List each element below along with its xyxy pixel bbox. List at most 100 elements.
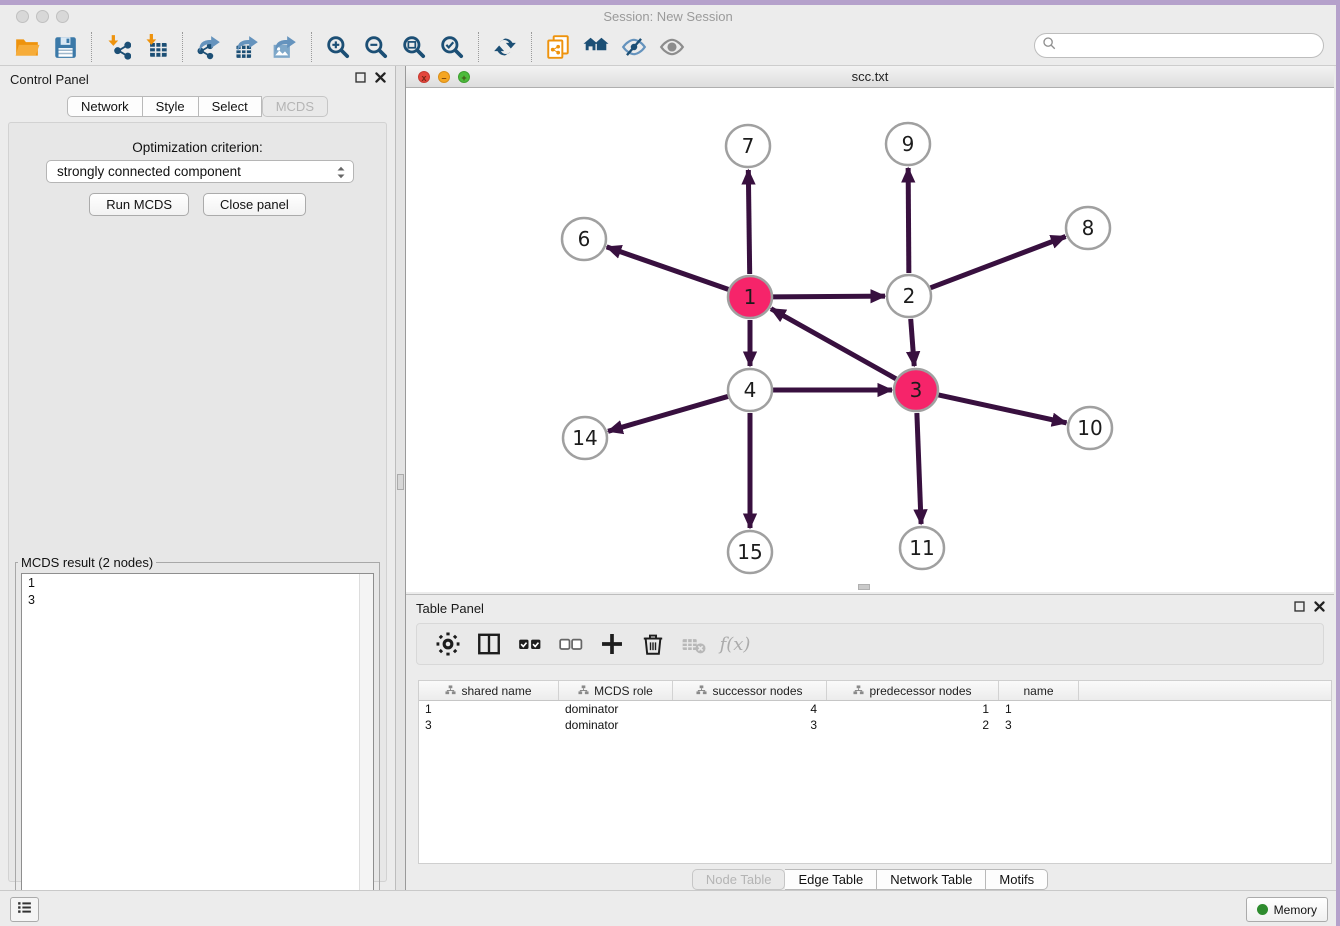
table-cell[interactable]: dominator: [559, 701, 673, 717]
table-cell[interactable]: 1: [999, 701, 1079, 717]
table-settings-button[interactable]: [435, 631, 461, 657]
graph-edge-3-1[interactable]: [771, 309, 896, 379]
table-cell[interactable]: 4: [673, 701, 827, 717]
optimization-criterion-select[interactable]: strongly connected component: [46, 160, 354, 183]
network-window: x – + scc.txt 1234678910111415: [406, 66, 1334, 592]
export-network-button[interactable]: [190, 30, 228, 64]
column-header-successor-nodes[interactable]: successor nodes: [673, 681, 827, 700]
memory-button[interactable]: Memory: [1246, 897, 1328, 922]
zoom-selected-button[interactable]: [433, 30, 471, 64]
table-settings-icon: [435, 631, 461, 657]
add-row-button[interactable]: [599, 631, 625, 657]
task-history-button[interactable]: [10, 897, 39, 922]
table-cell[interactable]: 3: [673, 717, 827, 733]
delete-rows-button[interactable]: [640, 631, 666, 657]
graph-node-1[interactable]: 1: [728, 276, 772, 318]
first-neighbors-button[interactable]: [577, 30, 615, 64]
graph-node-label: 11: [909, 536, 934, 560]
column-header-predecessor-nodes[interactable]: predecessor nodes: [827, 681, 999, 700]
graph-node-7[interactable]: 7: [726, 125, 770, 167]
close-table-panel-icon[interactable]: [1313, 600, 1326, 618]
deselect-all-check-button[interactable]: [558, 631, 584, 657]
control-panel-title: Control Panel: [10, 72, 89, 87]
table-cell[interactable]: 1: [827, 701, 999, 717]
column-header-shared-name[interactable]: shared name: [419, 681, 559, 700]
graph-node-8[interactable]: 8: [1066, 207, 1110, 249]
search-input[interactable]: [1057, 36, 1323, 56]
mcds-result-textarea[interactable]: 1 3: [21, 573, 374, 926]
float-panel-icon[interactable]: [354, 71, 367, 89]
result-scrollbar[interactable]: [359, 574, 373, 926]
graph-node-14[interactable]: 14: [563, 417, 607, 459]
select-stepper-icon: [335, 164, 347, 184]
panel-divider[interactable]: [395, 66, 406, 890]
graph-edge-2-3[interactable]: [911, 319, 915, 366]
graph-edge-2-9[interactable]: [908, 168, 909, 273]
tab-motifs[interactable]: Motifs: [986, 869, 1048, 890]
tab-node-table[interactable]: Node Table: [692, 869, 786, 890]
table-cell[interactable]: 1: [419, 701, 559, 717]
zoom-out-button[interactable]: [357, 30, 395, 64]
apply-layout-button[interactable]: [486, 30, 524, 64]
close-panel-icon[interactable]: [374, 71, 387, 89]
hide-selected-icon: [621, 34, 647, 60]
column-header-MCDS-role[interactable]: MCDS role: [559, 681, 673, 700]
import-table-button[interactable]: [137, 30, 175, 64]
save-session-button[interactable]: [46, 30, 84, 64]
graph-edge-1-6[interactable]: [607, 247, 729, 289]
column-header-name[interactable]: name: [999, 681, 1079, 700]
show-columns-button[interactable]: [476, 631, 502, 657]
zoom-selected-icon: [439, 34, 465, 60]
delete-table-icon: [681, 631, 707, 657]
graph-node-2[interactable]: 2: [887, 275, 931, 317]
graph-node-10[interactable]: 10: [1068, 407, 1112, 449]
delete-table-button[interactable]: [681, 631, 707, 657]
tab-edge-table[interactable]: Edge Table: [785, 869, 877, 890]
run-mcds-button[interactable]: Run MCDS: [89, 193, 189, 216]
float-table-panel-icon[interactable]: [1293, 600, 1306, 618]
graph-edge-3-11[interactable]: [917, 413, 921, 524]
graph-edge-1-7[interactable]: [748, 170, 749, 274]
hide-selected-button[interactable]: [615, 30, 653, 64]
tab-style[interactable]: Style: [143, 96, 199, 117]
close-panel-button[interactable]: Close panel: [203, 193, 306, 216]
table-cell[interactable]: 3: [999, 717, 1079, 733]
table-header-row: shared nameMCDS rolesuccessor nodesprede…: [419, 681, 1331, 701]
graph-node-9[interactable]: 9: [886, 123, 930, 165]
graph-node-15[interactable]: 15: [728, 531, 772, 573]
graph-edge-4-14[interactable]: [608, 396, 728, 431]
network-canvas[interactable]: 1 2 3 4 6 7 8 9 10 11 14 15: [406, 88, 1334, 592]
table-cell[interactable]: dominator: [559, 717, 673, 733]
graph-edge-1-2[interactable]: [773, 296, 885, 297]
open-session-button[interactable]: [8, 30, 46, 64]
tab-select[interactable]: Select: [199, 96, 262, 117]
divider-grip[interactable]: [397, 474, 404, 490]
table-cell[interactable]: 3: [419, 717, 559, 733]
zoom-fit-button[interactable]: [395, 30, 433, 64]
export-table-button[interactable]: [228, 30, 266, 64]
canvas-scroll-thumb[interactable]: [858, 584, 870, 590]
export-image-button[interactable]: [266, 30, 304, 64]
graph-node-6[interactable]: 6: [562, 218, 606, 260]
search-box[interactable]: [1034, 33, 1324, 58]
graph-node-3[interactable]: 3: [894, 369, 938, 411]
graph-node-label: 9: [902, 132, 915, 156]
select-all-check-button[interactable]: [517, 631, 543, 657]
graph-node-11[interactable]: 11: [900, 527, 944, 569]
table-cell[interactable]: 2: [827, 717, 999, 733]
function-builder-button[interactable]: f(x): [722, 631, 748, 657]
graph-edge-3-10[interactable]: [938, 395, 1066, 423]
table-row[interactable]: 1dominator411: [419, 701, 1331, 717]
graph-node-4[interactable]: 4: [728, 369, 772, 411]
graph-edge-2-8[interactable]: [931, 237, 1066, 288]
show-all-button[interactable]: [653, 30, 691, 64]
tab-network[interactable]: Network: [67, 96, 143, 117]
tab-network-table[interactable]: Network Table: [877, 869, 986, 890]
memory-status-icon: [1257, 904, 1268, 915]
clone-network-button[interactable]: [539, 30, 577, 64]
table-row[interactable]: 3dominator323: [419, 717, 1331, 733]
node-table[interactable]: shared nameMCDS rolesuccessor nodesprede…: [418, 680, 1332, 864]
zoom-in-button[interactable]: [319, 30, 357, 64]
import-network-button[interactable]: [99, 30, 137, 64]
tab-mcds[interactable]: MCDS: [262, 96, 328, 117]
